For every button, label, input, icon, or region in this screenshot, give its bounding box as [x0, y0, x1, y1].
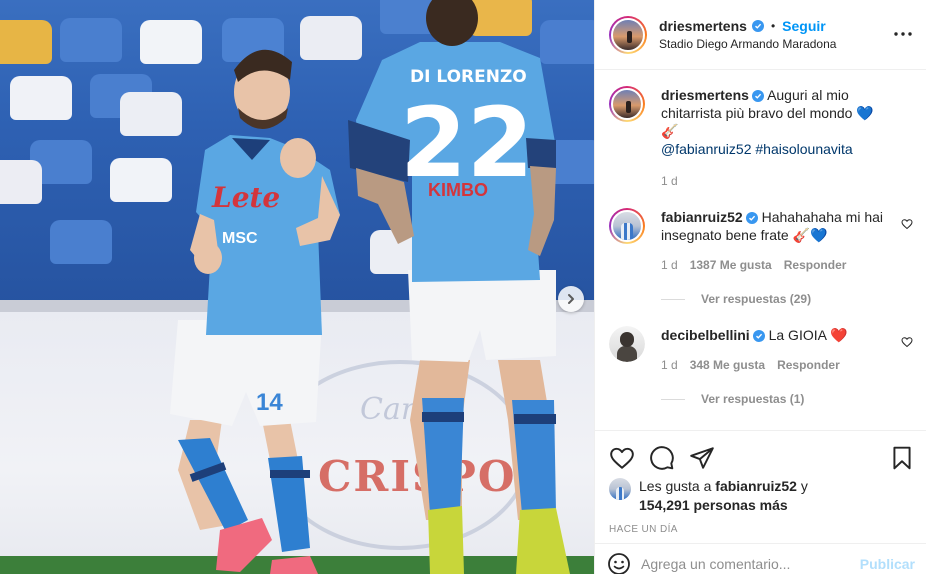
- separator-dot: •: [770, 19, 776, 33]
- paper-plane-icon: [690, 447, 714, 469]
- caption-avatar[interactable]: [609, 86, 645, 122]
- view-replies-label: Ver respuestas (29): [701, 292, 812, 306]
- caption-time[interactable]: 1 d: [661, 172, 678, 190]
- heart-icon[interactable]: [901, 218, 913, 230]
- player-right: DI LORENZO 22 KIMBO: [348, 0, 570, 574]
- follow-button[interactable]: Seguir: [782, 18, 826, 34]
- comment-text: La GIOIA ❤️: [768, 327, 848, 343]
- comment-avatar[interactable]: [609, 208, 645, 244]
- verified-badge-icon: [752, 330, 765, 342]
- author-info: driesmertens • Seguir Stadio Diego Arman…: [659, 18, 912, 51]
- comment-item: decibelbellini La GIOIA ❤️ 1 d 348 Me gu…: [609, 326, 913, 374]
- comment-composer: Publicar: [595, 543, 926, 574]
- right-player-sponsor: KIMBO: [428, 180, 488, 200]
- view-replies-button[interactable]: Ver respuestas (29): [661, 292, 913, 306]
- likes-user[interactable]: fabianruiz52: [715, 478, 797, 494]
- comment-likes[interactable]: 1387 Me gusta: [690, 256, 772, 274]
- post-sidebar: driesmertens • Seguir Stadio Diego Arman…: [594, 0, 926, 574]
- post-header: driesmertens • Seguir Stadio Diego Arman…: [595, 0, 926, 70]
- comment-username[interactable]: decibelbellini: [661, 327, 750, 343]
- more-options-button[interactable]: [892, 24, 914, 44]
- caption-username[interactable]: driesmertens: [661, 87, 749, 103]
- heart-icon: [610, 447, 634, 469]
- comment-bubble-icon: [650, 446, 674, 470]
- verified-badge-icon: [745, 212, 758, 224]
- players-illustration: 14 Lete MSC DI LORENZO 22 KIMBO: [170, 0, 570, 574]
- heart-icon[interactable]: [901, 336, 913, 348]
- verified-badge-icon: [751, 20, 764, 32]
- post-timestamp[interactable]: Hace un día: [595, 524, 926, 535]
- save-button[interactable]: [889, 445, 915, 471]
- chevron-right-icon: [568, 294, 574, 304]
- comment-reply-button[interactable]: Responder: [784, 256, 847, 274]
- verified-badge-icon: [751, 90, 764, 102]
- view-replies-label: Ver respuestas (1): [701, 392, 805, 406]
- comment-time[interactable]: 1 d: [661, 356, 678, 374]
- liker-avatar[interactable]: [609, 478, 631, 500]
- comment-item: fabianruiz52 Hahahahaha mi hai insegnato…: [609, 208, 913, 274]
- more-options-icon: [894, 32, 912, 36]
- post-photo[interactable]: Carlo CRISPO 14 Lete MSC DI LORENZO 22 K…: [0, 0, 594, 574]
- likes-summary: Les gusta a fabianruiz52 y 154,291 perso…: [595, 477, 926, 515]
- post-actions: Les gusta a fabianruiz52 y 154,291 perso…: [595, 430, 926, 574]
- bookmark-icon: [893, 446, 911, 470]
- post-location[interactable]: Stadio Diego Armando Maradona: [659, 37, 912, 51]
- replies-divider: [661, 398, 685, 400]
- comment-input[interactable]: [641, 555, 860, 572]
- caption: driesmertens Auguri al mio chitarrista p…: [609, 86, 913, 190]
- caption-hashtag[interactable]: #haisolounavita: [755, 141, 852, 157]
- left-player-shorts-number: 14: [256, 389, 283, 416]
- comment-avatar[interactable]: [609, 326, 645, 362]
- likes-prefix: Les gusta a: [639, 478, 712, 494]
- comments-list[interactable]: driesmertens Auguri al mio chitarrista p…: [595, 70, 926, 430]
- likes-connector: y: [800, 478, 808, 494]
- left-player-sponsor: Lete: [211, 181, 280, 214]
- likes-others[interactable]: 154,291 personas más: [639, 497, 788, 513]
- caption-mention[interactable]: @fabianruiz52: [661, 141, 752, 157]
- share-button[interactable]: [689, 445, 715, 471]
- author-username[interactable]: driesmertens: [659, 18, 747, 34]
- right-player-name: DI LORENZO: [410, 67, 527, 87]
- comment-likes[interactable]: 348 Me gusta: [690, 356, 765, 374]
- author-avatar[interactable]: [609, 15, 647, 54]
- view-replies-button[interactable]: Ver respuestas (1): [661, 392, 913, 406]
- emoji-icon: [608, 552, 630, 574]
- left-player-sponsor-2: MSC: [222, 230, 258, 247]
- comment-time[interactable]: 1 d: [661, 256, 678, 274]
- comment-reply-button[interactable]: Responder: [777, 356, 840, 374]
- emoji-button[interactable]: [607, 552, 631, 574]
- publish-button[interactable]: Publicar: [860, 556, 915, 572]
- player-left: 14 Lete MSC: [170, 49, 340, 574]
- replies-divider: [661, 298, 685, 300]
- comment-button[interactable]: [649, 445, 675, 471]
- like-button[interactable]: [609, 445, 635, 471]
- comment-username[interactable]: fabianruiz52: [661, 209, 743, 225]
- next-photo-button[interactable]: [558, 286, 584, 312]
